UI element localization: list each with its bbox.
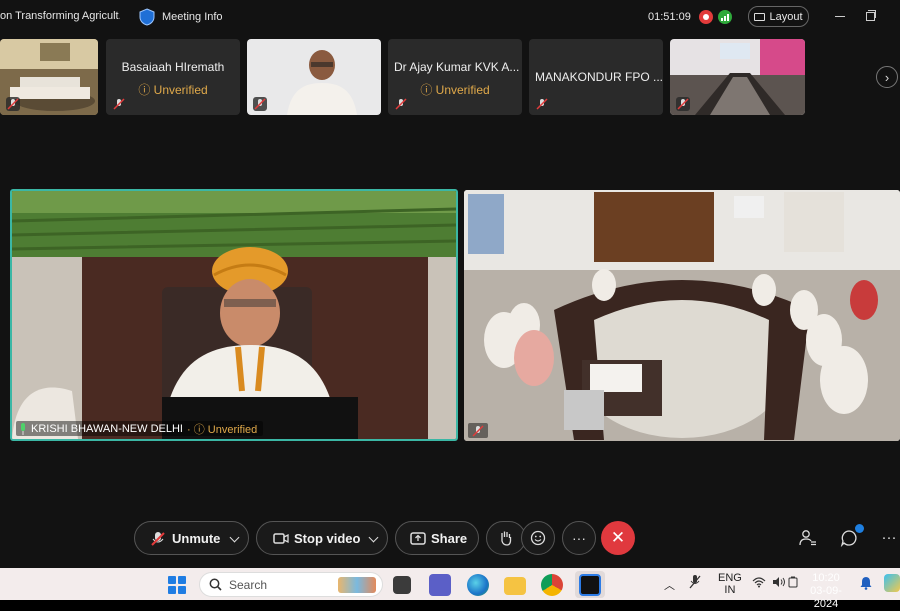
wifi-icon[interactable] bbox=[752, 576, 766, 591]
shield-icon[interactable] bbox=[139, 8, 155, 26]
more-icon[interactable]: ··· bbox=[880, 529, 898, 547]
unverified-status: ⓘ Unverified bbox=[138, 83, 208, 97]
layout-icon bbox=[754, 12, 766, 21]
task-view-icon[interactable] bbox=[393, 576, 411, 594]
share-label: Share bbox=[431, 531, 468, 546]
meeting-window: on Transforming Agricult... Meeting Info… bbox=[0, 0, 900, 568]
muted-mic-icon bbox=[472, 424, 484, 437]
participant-name: MANAKONDUR FPO ... bbox=[535, 70, 663, 84]
chrome-browser-icon[interactable] bbox=[541, 574, 563, 596]
active-speaker-tile[interactable]: KRISHI BHAWAN-NEW DELHI · ⓘ Unverified bbox=[10, 189, 458, 441]
close-icon: ✕ bbox=[610, 528, 626, 547]
language-indicator[interactable]: ENG IN bbox=[718, 572, 742, 596]
clock-date: 03-09-2024 bbox=[810, 585, 842, 610]
copilot-icon[interactable] bbox=[884, 574, 900, 592]
conference-room-video bbox=[670, 39, 805, 115]
share-button[interactable]: Share bbox=[395, 521, 479, 555]
next-participants-button[interactable]: › bbox=[876, 66, 898, 88]
muted-mic-icon bbox=[394, 97, 408, 111]
reactions-button[interactable] bbox=[521, 521, 555, 555]
search-placeholder: Search bbox=[229, 577, 268, 592]
search-highlight-image bbox=[338, 577, 376, 593]
mic-icon bbox=[21, 422, 25, 435]
clock-time: 10:20 bbox=[812, 572, 840, 584]
taskbar-search[interactable]: Search bbox=[199, 572, 383, 597]
more-icon: ··· bbox=[572, 530, 586, 546]
teams-icon[interactable] bbox=[429, 574, 451, 596]
video-camera-icon bbox=[273, 533, 289, 544]
edge-browser-icon[interactable] bbox=[467, 574, 489, 596]
windows-start-icon[interactable] bbox=[168, 576, 186, 594]
layout-label: Layout bbox=[769, 10, 803, 23]
chevron-down-icon[interactable] bbox=[368, 532, 379, 543]
volume-icon[interactable] bbox=[772, 576, 786, 591]
unmute-button[interactable]: Unmute bbox=[134, 521, 249, 555]
participant-thumbnail-5[interactable]: MANAKONDUR FPO ... bbox=[529, 39, 663, 115]
region-code: IN bbox=[724, 584, 736, 596]
file-explorer-icon[interactable] bbox=[504, 577, 526, 595]
participant-thumbnail-3[interactable] bbox=[247, 39, 381, 115]
muted-mic-tray-icon[interactable] bbox=[688, 574, 702, 593]
room-mic-status bbox=[468, 423, 488, 438]
notification-bell-icon[interactable] bbox=[860, 576, 872, 593]
language-code: ENG bbox=[718, 572, 742, 584]
meeting-title: on Transforming Agricult... bbox=[0, 10, 120, 22]
chevron-up-icon[interactable]: ︿ bbox=[664, 577, 675, 593]
hand-icon bbox=[501, 531, 512, 546]
speaker-video bbox=[12, 191, 456, 439]
unmute-label: Unmute bbox=[172, 531, 221, 546]
conference-room-tile[interactable] bbox=[464, 190, 900, 441]
participant-video bbox=[247, 39, 381, 115]
participant-name: Basaiaah HIremath bbox=[121, 60, 225, 74]
muted-mic-icon bbox=[112, 97, 126, 111]
muted-mic-icon bbox=[676, 97, 690, 111]
layout-button[interactable]: Layout bbox=[748, 6, 809, 27]
network-stats-icon[interactable] bbox=[718, 10, 732, 24]
meeting-info-button[interactable]: Meeting Info bbox=[162, 11, 223, 23]
muted-mic-icon bbox=[535, 97, 549, 111]
participants-icon[interactable] bbox=[799, 529, 817, 547]
participant-thumbnail-1[interactable] bbox=[0, 39, 98, 115]
recording-icon[interactable] bbox=[699, 10, 713, 24]
title-bar: on Transforming Agricult... Meeting Info… bbox=[0, 0, 900, 34]
unverified-status: ⓘ Unverified bbox=[420, 83, 490, 97]
participant-name: Dr Ajay Kumar KVK A... bbox=[394, 60, 520, 74]
chat-icon[interactable] bbox=[840, 529, 858, 548]
participant-thumbnail-6[interactable] bbox=[670, 39, 805, 115]
muted-mic-icon bbox=[151, 532, 165, 546]
meeting-timer: 01:51:09 bbox=[648, 11, 691, 23]
chat-notification-badge bbox=[855, 524, 864, 533]
unverified-status: · ⓘ Unverified bbox=[186, 423, 258, 436]
raise-hand-button[interactable] bbox=[486, 521, 526, 555]
participant-thumbnail-4[interactable]: Dr Ajay Kumar KVK A... ⓘ Unverified bbox=[388, 39, 522, 115]
conference-room-video bbox=[464, 190, 900, 441]
smiley-icon bbox=[530, 530, 546, 546]
system-clock[interactable]: 10:20 03-09-2024 bbox=[800, 572, 852, 611]
battery-icon[interactable] bbox=[788, 576, 798, 591]
search-icon bbox=[209, 578, 222, 591]
participant-thumbnail-2[interactable]: Basaiaah HIremath ⓘ Unverified bbox=[106, 39, 240, 115]
stop-video-button[interactable]: Stop video bbox=[256, 521, 388, 555]
minimize-button[interactable] bbox=[835, 16, 845, 17]
muted-mic-icon bbox=[6, 97, 20, 111]
speaker-name: KRISHI BHAWAN-NEW DELHI bbox=[31, 422, 183, 435]
chevron-down-icon[interactable] bbox=[229, 532, 240, 543]
restore-button[interactable] bbox=[866, 10, 876, 21]
speaker-name-label: KRISHI BHAWAN-NEW DELHI · ⓘ Unverified bbox=[16, 421, 264, 436]
share-screen-icon bbox=[410, 532, 426, 545]
muted-mic-icon bbox=[253, 97, 267, 111]
stop-video-label: Stop video bbox=[294, 531, 361, 546]
more-options-button[interactable]: ··· bbox=[562, 521, 596, 555]
webex-app-icon[interactable] bbox=[579, 574, 601, 596]
end-call-button[interactable]: ✕ bbox=[601, 521, 635, 555]
